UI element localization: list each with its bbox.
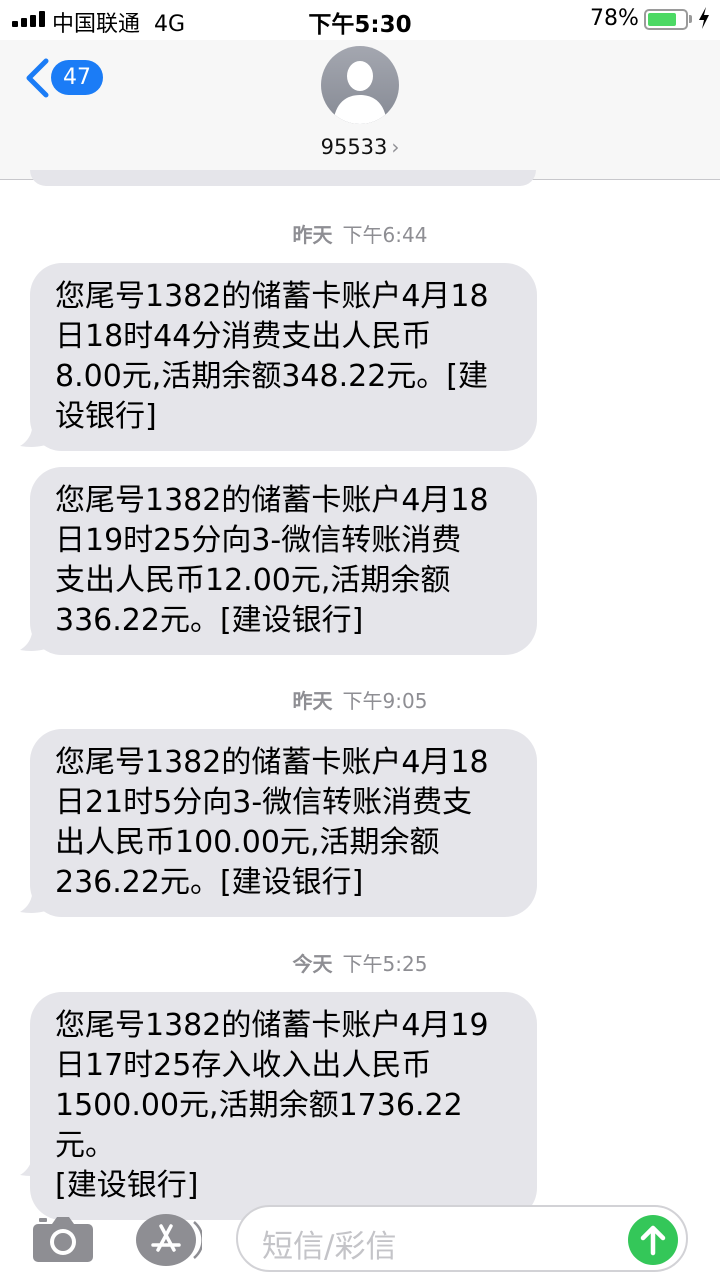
send-button[interactable]	[628, 1215, 678, 1265]
message-line: 您尾号1382的储蓄卡账户4月18	[55, 279, 489, 314]
timestamp: 今天 下午5:25	[0, 948, 720, 977]
message-line: 支出人民币12.00元,活期余额	[55, 563, 451, 598]
timestamp-time: 下午9:05	[342, 689, 428, 713]
unread-count-badge[interactable]: 47	[51, 60, 103, 95]
message-line: 日21时5分向3-微信转账消费支	[55, 785, 473, 820]
battery-percent: 78%	[590, 6, 639, 31]
message-line: 日19时25分向3-微信转账消费	[55, 523, 462, 558]
message-line: 设银行]	[55, 399, 157, 434]
send-arrow-icon	[640, 1225, 666, 1256]
message-line: 8.00元,活期余额348.22元。[建	[55, 359, 489, 394]
app-store-icon[interactable]	[134, 1212, 202, 1268]
message-line: 236.22元。[建设银行]	[55, 865, 364, 900]
timestamp-time: 下午6:44	[342, 223, 428, 247]
timestamp: 昨天 下午9:05	[0, 685, 720, 714]
contact-avatar[interactable]	[321, 46, 399, 124]
message-line: 出人民币100.00元,活期余额	[55, 825, 440, 860]
message-bubble[interactable]: 您尾号1382的储蓄卡账户4月18 日21时5分向3-微信转账消费支 出人民币1…	[30, 729, 537, 917]
message-bubble[interactable]: 您尾号1382的储蓄卡账户4月18 日18时44分消费支出人民币 8.00元,活…	[30, 263, 537, 451]
charging-bolt-icon	[699, 7, 709, 29]
status-bar: 中国联通 4G 下午5:30 78%	[0, 0, 720, 40]
conversation-header: 47 95533 ›	[0, 40, 720, 180]
message-bubble[interactable]: 您尾号1382的储蓄卡账户4月18 日19时25分向3-微信转账消费 支出人民币…	[30, 467, 537, 655]
message-line: 日18时44分消费支出人民币	[55, 319, 432, 354]
message-line: 您尾号1382的储蓄卡账户4月18	[55, 483, 489, 518]
contact-name: 95533	[320, 135, 388, 159]
message-line: 您尾号1382的储蓄卡账户4月19	[55, 1008, 489, 1043]
timestamp-day: 今天	[292, 952, 333, 976]
timestamp-day: 昨天	[292, 689, 333, 713]
message-line: 日17时25存入收入出人民币	[55, 1048, 432, 1083]
message-input[interactable]: 短信/彩信	[236, 1205, 688, 1272]
message-bubble[interactable]: 您尾号1382的储蓄卡账户4月19 日17时25存入收入出人民币 1500.00…	[30, 992, 537, 1220]
previous-message-bubble	[30, 170, 536, 186]
message-line: 336.22元。[建设银行]	[55, 603, 364, 638]
back-chevron-icon[interactable]	[22, 58, 52, 98]
message-line: [建设银行]	[55, 1168, 199, 1203]
contact-name-button[interactable]: 95533 ›	[0, 135, 720, 159]
chevron-right-icon: ›	[391, 135, 400, 159]
battery-cap	[689, 15, 692, 23]
camera-icon[interactable]	[32, 1215, 94, 1263]
message-input-placeholder: 短信/彩信	[262, 1229, 397, 1265]
timestamp-day: 昨天	[292, 223, 333, 247]
battery-icon	[644, 9, 688, 30]
timestamp: 昨天 下午6:44	[0, 219, 720, 248]
message-line: 您尾号1382的储蓄卡账户4月18	[55, 745, 489, 780]
battery-level-fill	[648, 13, 676, 26]
timestamp-time: 下午5:25	[342, 952, 428, 976]
person-silhouette-icon	[333, 61, 387, 124]
message-line: 1500.00元,活期余额1736.22元。	[55, 1088, 463, 1163]
